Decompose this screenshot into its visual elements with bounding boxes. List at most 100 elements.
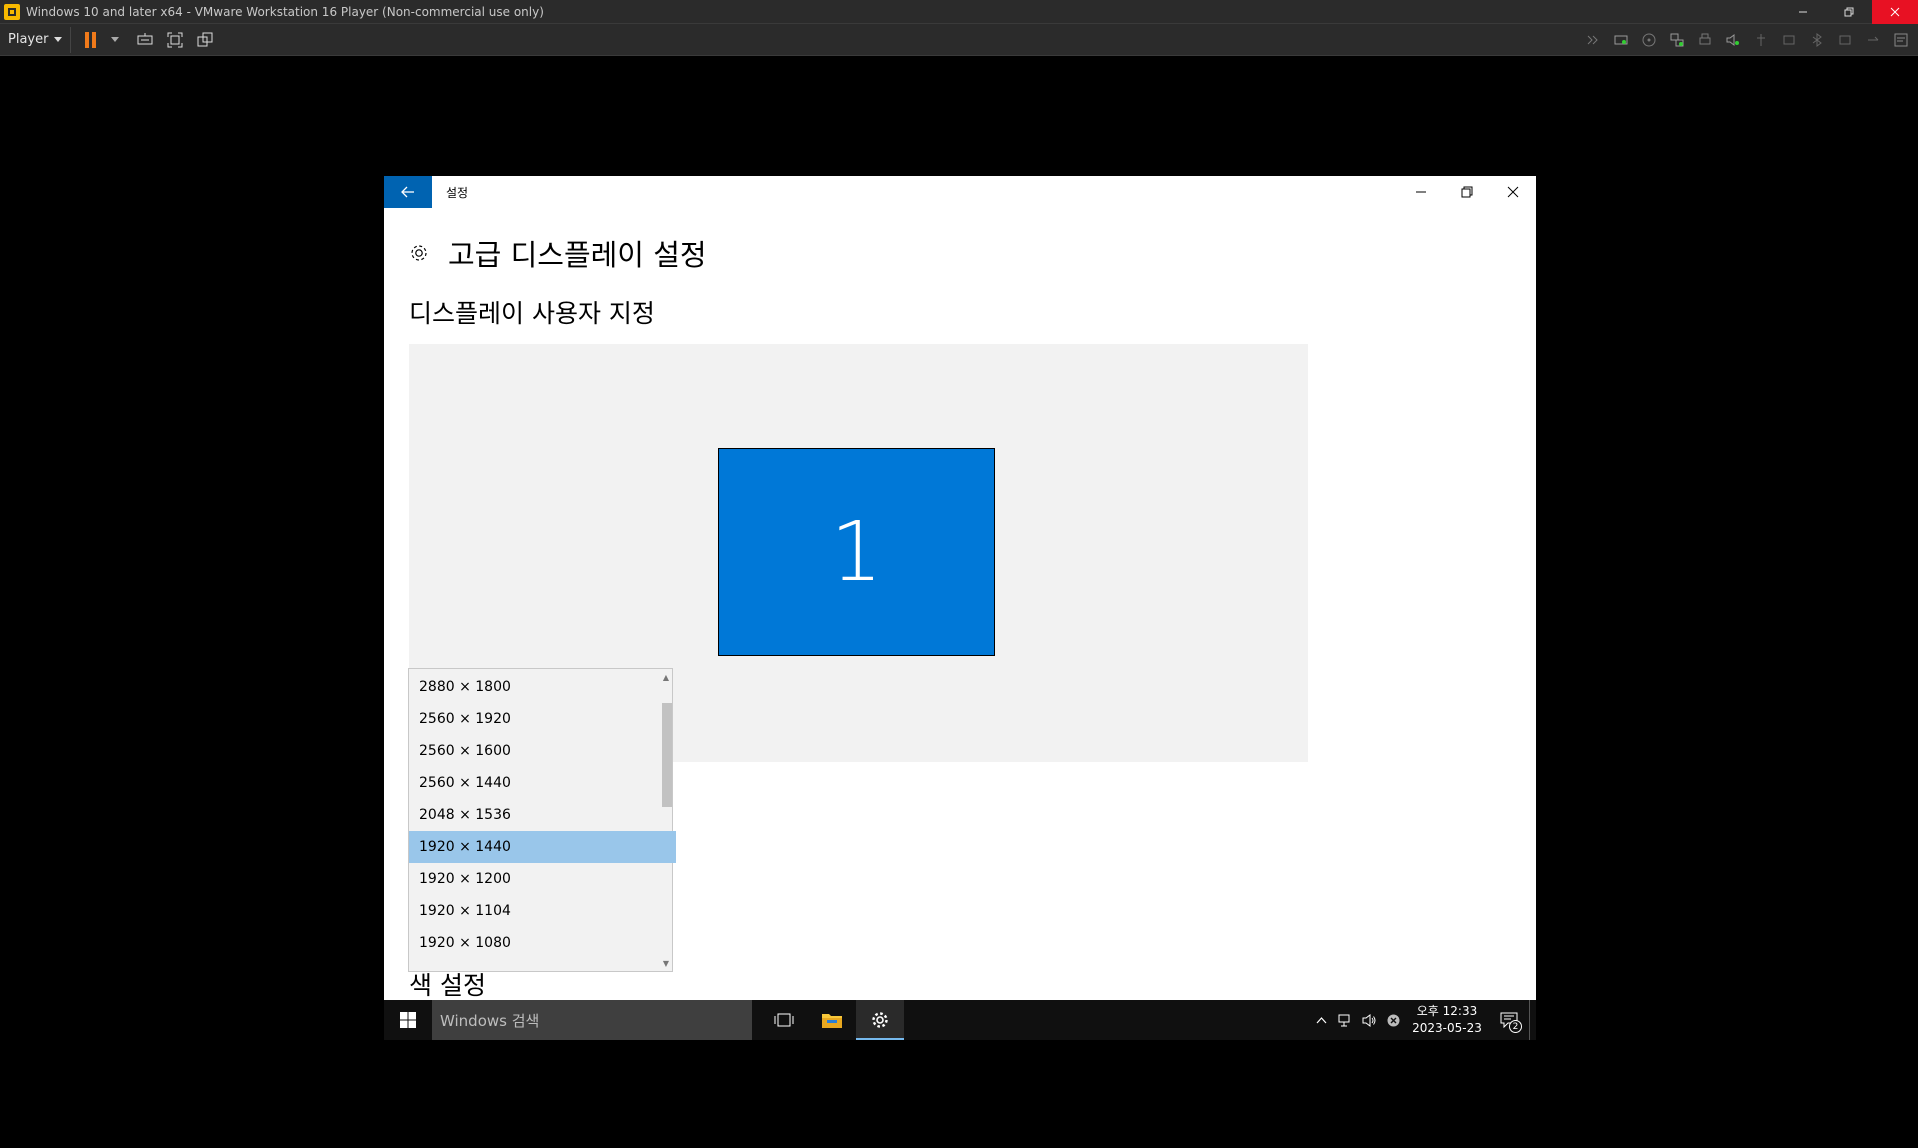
device-toolbar — [1582, 24, 1912, 56]
minimize-icon — [1416, 191, 1426, 193]
message-log-button[interactable] — [1890, 29, 1912, 51]
usb-icon — [1757, 34, 1765, 46]
host-window-title: Windows 10 and later x64 - VMware Workst… — [26, 4, 544, 19]
monitor-number: 1 — [830, 504, 883, 600]
resolution-option[interactable]: 1920 × 1080 — [409, 927, 676, 959]
message-icon — [1894, 33, 1908, 47]
resolution-option[interactable]: 1920 × 1104 — [409, 895, 676, 927]
dropdown-scrollbar[interactable]: ▲ ▼ — [660, 669, 672, 971]
network-adapter-button[interactable] — [1666, 29, 1688, 51]
host-titlebar: Windows 10 and later x64 - VMware Workst… — [0, 0, 1918, 24]
resolution-option[interactable]: 2560 × 1440 — [409, 767, 676, 799]
chevron-down-icon — [54, 37, 63, 42]
usb-icon — [1868, 36, 1879, 41]
arrow-left-icon — [401, 186, 414, 198]
page-title: 고급 디스플레이 설정 — [448, 238, 707, 272]
network-icon — [1338, 1014, 1349, 1026]
unity-button[interactable] — [194, 29, 216, 51]
speaker-icon — [1362, 1013, 1375, 1027]
windows-logo-icon — [400, 1012, 416, 1028]
device-2-button[interactable] — [1806, 29, 1828, 51]
pause-dropdown-button[interactable] — [104, 29, 126, 51]
device-icon — [1839, 35, 1851, 45]
clock-date: 2023-05-23 — [1412, 1021, 1482, 1035]
scrollbar-thumb[interactable] — [662, 703, 672, 807]
show-hidden-icons-button[interactable] — [1309, 1000, 1333, 1040]
gear-icon — [411, 245, 427, 261]
chevron-up-icon — [1316, 1016, 1326, 1023]
host-close-button[interactable] — [1872, 0, 1918, 24]
section-title: 디스플레이 사용자 지정 — [409, 299, 655, 328]
resolution-dropdown-list[interactable]: 2880 × 1800 2560 × 1920 2560 × 1600 2560… — [408, 668, 676, 972]
keyboard-icon — [137, 32, 153, 44]
player-menu-label: Player — [8, 32, 49, 47]
restore-icon — [1461, 186, 1473, 198]
send-ctrl-alt-del-button[interactable] — [134, 29, 156, 51]
chevron-down-icon — [111, 37, 120, 42]
action-center-button[interactable]: 2 — [1489, 1000, 1529, 1040]
monitor-tile[interactable]: 1 — [718, 448, 995, 656]
file-explorer-button[interactable] — [808, 1000, 856, 1040]
settings-window: 설정 고급 디스플레이 설정 디스플레이 사용자 지정 1 색 설정 2880 … — [384, 176, 1536, 1000]
fullscreen-icon — [167, 32, 183, 47]
resolution-option-selected[interactable]: 1920 × 1440 — [409, 831, 676, 863]
network-icon — [1670, 33, 1684, 47]
close-button[interactable] — [1490, 176, 1536, 208]
device-4-button[interactable] — [1862, 29, 1884, 51]
sound-card-button[interactable] — [1722, 29, 1744, 51]
resolution-option[interactable]: 1920 × 1200 — [409, 863, 676, 895]
player-menu-button[interactable]: Player — [0, 26, 72, 53]
minimize-button[interactable] — [1398, 176, 1444, 208]
host-restore-button[interactable] — [1826, 0, 1872, 24]
window-controls — [1398, 176, 1536, 208]
window-title: 설정 — [446, 185, 469, 200]
clock-time: 오후 12:33 — [1416, 1004, 1478, 1018]
usb-button[interactable] — [1750, 29, 1772, 51]
taskbar-search-box[interactable]: Windows 검색 — [432, 1000, 752, 1040]
host-toolbar: Player — [0, 24, 1918, 56]
hard-disk-button[interactable] — [1610, 29, 1632, 51]
back-button[interactable] — [384, 176, 432, 208]
system-tray: 오후 12:33 2023-05-23 2 — [1309, 1000, 1536, 1040]
volume-tray-button[interactable] — [1357, 1000, 1381, 1040]
settings-taskbar-button[interactable] — [856, 1000, 904, 1040]
scroll-up-arrow-icon[interactable]: ▲ — [660, 669, 672, 685]
pause-icon — [85, 31, 90, 48]
minimize-icon — [1799, 11, 1807, 12]
start-button[interactable] — [384, 1000, 432, 1040]
network-tray-button[interactable] — [1333, 1000, 1357, 1040]
resolution-option[interactable]: 2048 × 1536 — [409, 799, 676, 831]
resolution-option[interactable]: 2560 × 1920 — [409, 703, 676, 735]
close-icon — [1507, 186, 1519, 198]
cd-dvd-button[interactable] — [1638, 29, 1660, 51]
settings-titlebar: 설정 — [384, 176, 1536, 208]
bluetooth-icon — [1812, 33, 1822, 47]
page-header: 고급 디스플레이 설정 — [408, 232, 707, 274]
restore-button[interactable] — [1444, 176, 1490, 208]
cd-icon — [1642, 33, 1656, 47]
printer-icon — [1699, 33, 1711, 45]
task-view-icon — [774, 1013, 794, 1027]
device-1-button[interactable] — [1778, 29, 1800, 51]
device-3-button[interactable] — [1834, 29, 1856, 51]
host-minimize-button[interactable] — [1780, 0, 1826, 24]
pause-button[interactable] — [85, 31, 97, 48]
show-desktop-button[interactable] — [1529, 1000, 1536, 1040]
double-chevron-right-icon — [1587, 35, 1598, 45]
taskbar-clock[interactable]: 오후 12:33 2023-05-23 — [1405, 1003, 1489, 1037]
notification-count-badge: 2 — [1509, 1020, 1522, 1033]
speaker-icon — [1726, 34, 1739, 46]
folder-icon — [822, 1014, 842, 1028]
printer-button[interactable] — [1694, 29, 1716, 51]
taskbar: Windows 검색 오후 12:33 2023-05-23 2 — [384, 1000, 1536, 1040]
fullscreen-button[interactable] — [164, 29, 186, 51]
device-more-button[interactable] — [1582, 29, 1604, 51]
resolution-option[interactable]: 2560 × 1600 — [409, 735, 676, 767]
status-tray-button[interactable] — [1381, 1000, 1405, 1040]
gear-icon — [872, 1012, 888, 1028]
restore-icon — [1844, 7, 1854, 16]
task-view-button[interactable] — [760, 1000, 808, 1040]
scroll-down-arrow-icon[interactable]: ▼ — [660, 955, 672, 971]
resolution-option[interactable]: 2880 × 1800 — [409, 671, 676, 703]
error-circle-icon — [1387, 1014, 1399, 1026]
